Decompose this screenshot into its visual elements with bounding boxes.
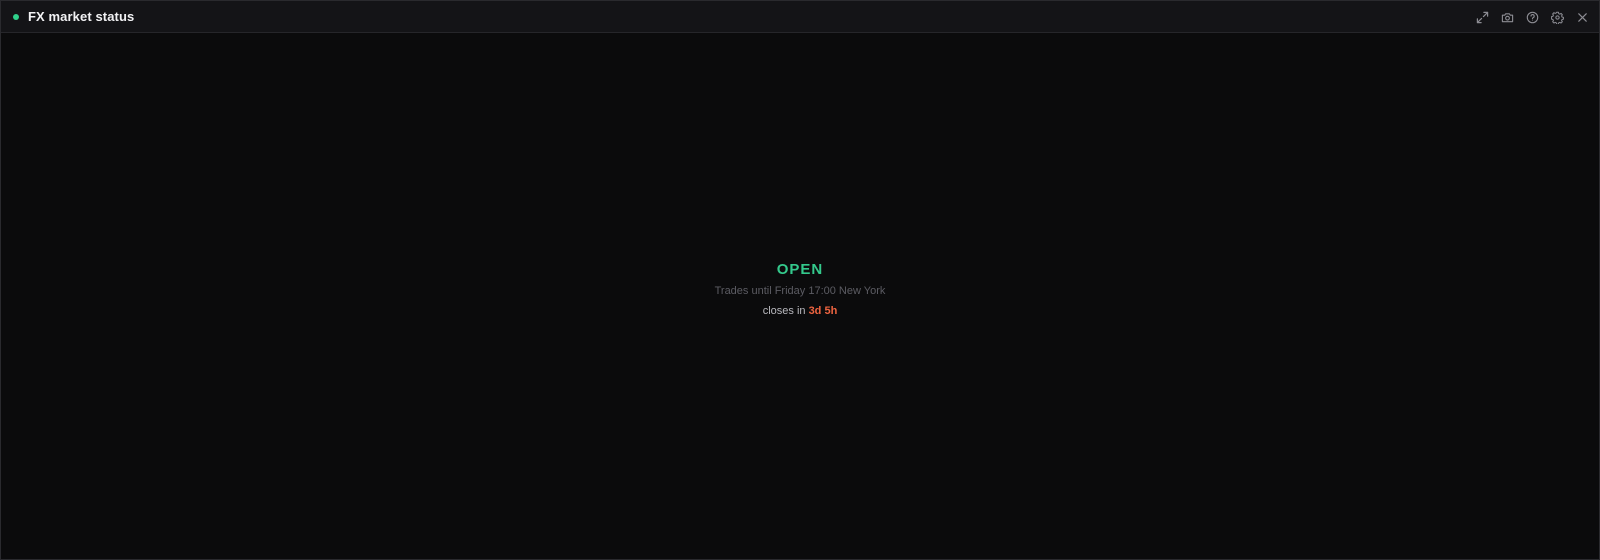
close-countdown: closes in 3d 5h (1, 304, 1599, 318)
expand-icon[interactable] (1473, 8, 1491, 26)
market-status-block: OPEN Trades until Friday 17:00 New York … (1, 261, 1599, 318)
status-dot (13, 14, 19, 20)
countdown-value: 3d 5h (808, 305, 838, 317)
trading-hours-text: Trades until Friday 17:00 New York (714, 285, 886, 297)
settings-icon[interactable] (1548, 8, 1566, 26)
panel-header: FX market status (1, 1, 1599, 33)
help-icon[interactable] (1523, 8, 1541, 26)
countdown-label: closes in (762, 305, 806, 317)
market-state: OPEN (776, 261, 824, 278)
header-toolbar (1473, 8, 1591, 26)
camera-icon[interactable] (1498, 8, 1516, 26)
fx-market-status-panel: FX market status OPEN Trades until Frida… (0, 0, 1600, 560)
panel-title: FX market status (28, 9, 135, 24)
panel-body: OPEN Trades until Friday 17:00 New York … (1, 33, 1599, 559)
close-icon[interactable] (1573, 8, 1591, 26)
